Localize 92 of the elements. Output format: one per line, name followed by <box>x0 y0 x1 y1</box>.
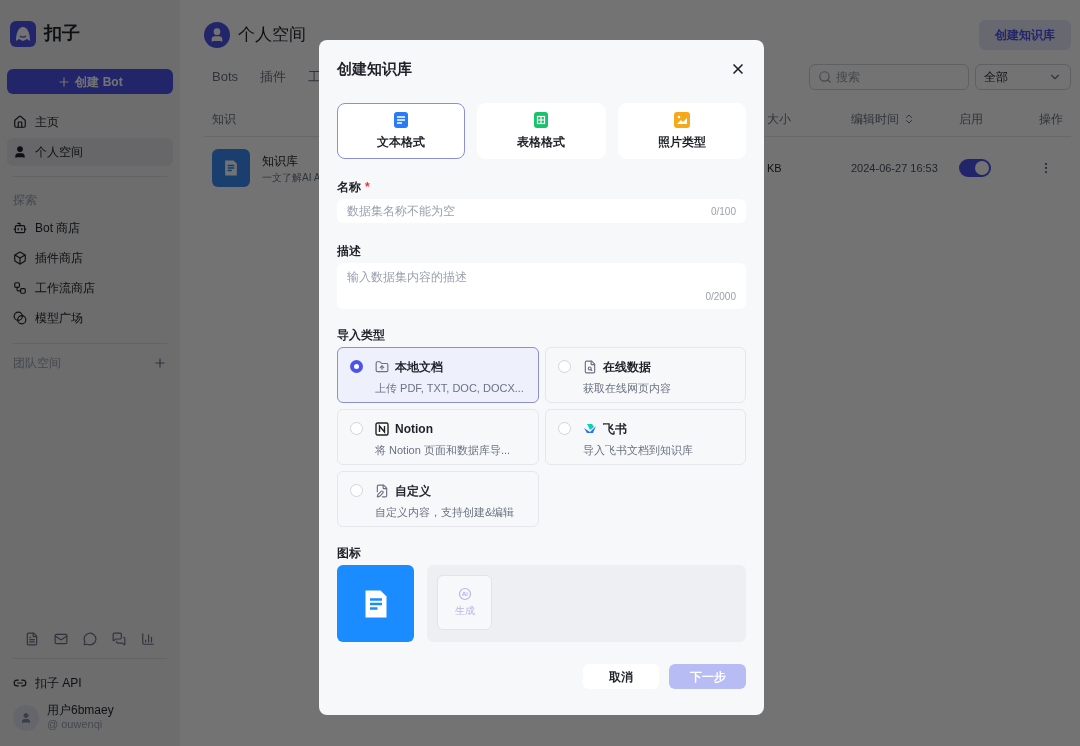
space-avatar <box>204 22 230 48</box>
avatar[interactable] <box>13 704 39 731</box>
nav-item[interactable]: 模型广场 <box>7 303 173 333</box>
option-description: 自定义内容，支持创建&编辑 <box>375 505 515 520</box>
column-header: 启用 <box>959 111 983 128</box>
knowledge-icon <box>212 149 250 187</box>
field-label: 导入类型 <box>337 327 386 343</box>
image-icon <box>673 111 690 128</box>
option-title: Notion <box>395 421 433 438</box>
sort-icon[interactable] <box>903 113 915 125</box>
radio-button[interactable] <box>350 422 363 435</box>
radio-button[interactable] <box>350 484 363 497</box>
tab[interactable]: 工 <box>308 67 321 87</box>
column-header: 大小 <box>767 111 791 128</box>
option-title: 自定义 <box>395 483 431 500</box>
radio-button[interactable] <box>557 360 571 373</box>
ai-icon <box>457 587 472 601</box>
cube-icon <box>13 251 27 265</box>
nodes-icon <box>13 281 27 295</box>
char-count: 0/2000 <box>705 290 736 304</box>
create-bot-button[interactable]: 创建 Bot <box>7 69 173 94</box>
import-option[interactable]: 本地文档 上传 PDF, TXT, DOC, DOCX... <box>337 347 539 403</box>
upload-folder-icon <box>375 360 389 374</box>
api-link[interactable]: 扣子 API <box>7 671 173 696</box>
column-header: 操作 <box>1039 111 1063 128</box>
feishu-icon <box>582 422 597 436</box>
option-title: 飞书 <box>602 421 627 438</box>
bot-icon <box>13 221 27 235</box>
tab[interactable]: 插件 <box>260 67 286 87</box>
model-icon <box>13 311 27 325</box>
nav-item[interactable]: 插件商店 <box>7 243 173 273</box>
option-description: 将 Notion 页面和数据库导... <box>375 443 511 458</box>
nav-item[interactable]: 个人空间 <box>7 138 173 166</box>
column-header: 知识 <box>212 111 236 128</box>
description-input[interactable]: 输入数据集内容的描述 <box>347 268 736 289</box>
search-icon <box>818 70 832 84</box>
home-icon <box>13 115 27 129</box>
name-input[interactable]: 数据集名称不能为空 <box>347 202 711 220</box>
description-field[interactable]: 输入数据集内容的描述 0/2000 <box>337 263 746 309</box>
name-field[interactable]: 数据集名称不能为空 0/100 <box>337 199 746 223</box>
chat-bubbles-icon[interactable] <box>112 632 127 647</box>
create-knowledge-button[interactable]: 创建知识库 <box>979 20 1071 50</box>
document-icon <box>393 111 410 128</box>
required-mark: * <box>365 179 370 195</box>
close-icon[interactable] <box>730 61 746 77</box>
field-label: 名称 <box>337 179 361 195</box>
import-option[interactable]: Notion 将 Notion 页面和数据库导... <box>337 409 539 465</box>
add-icon[interactable] <box>153 356 167 370</box>
nav-item[interactable]: 主页 <box>7 108 173 136</box>
table-cell-text: KB <box>767 160 783 176</box>
enable-toggle[interactable] <box>959 159 991 177</box>
import-option[interactable]: 在线数据 获取在线网页内容 <box>544 347 746 403</box>
table-icon <box>533 111 550 128</box>
option-title: 本地文档 <box>395 359 443 376</box>
chart-icon[interactable] <box>141 632 156 647</box>
chat-icon[interactable] <box>82 632 97 647</box>
nav-item[interactable]: Bot 商店 <box>7 213 173 243</box>
ai-generate-button[interactable]: 生成 <box>437 575 492 630</box>
page-title: 个人空间 <box>238 24 306 47</box>
radio-button[interactable] <box>557 422 571 435</box>
import-option[interactable]: 自定义 自定义内容，支持创建&编辑 <box>337 471 539 527</box>
web-file-icon <box>582 360 597 374</box>
nav-item[interactable]: 工作流商店 <box>7 273 173 303</box>
document-icon[interactable] <box>24 632 39 647</box>
logo-icon <box>10 20 36 47</box>
user-name: 用户6bmaey <box>47 703 114 719</box>
format-option[interactable]: 照片类型 <box>617 103 746 159</box>
radio-button[interactable] <box>350 360 363 373</box>
field-label: 描述 <box>337 243 362 259</box>
format-option[interactable]: 表格格式 <box>477 103 606 159</box>
logo-text: 扣子 <box>44 22 80 45</box>
filter-select[interactable]: 全部 <box>975 64 1071 90</box>
char-count: 0/100 <box>710 204 736 219</box>
edit-file-icon <box>375 484 389 498</box>
knowledge-name: 知识库 <box>262 152 299 170</box>
option-description: 导入飞书文档到知识库 <box>582 443 693 458</box>
table-cell-text: 2024-06-27 16:53 <box>851 160 939 176</box>
option-description: 上传 PDF, TXT, DOC, DOCX... <box>375 381 524 396</box>
option-title: 在线数据 <box>602 359 651 376</box>
notion-icon <box>375 422 389 436</box>
format-option[interactable]: 文本格式 <box>337 103 466 159</box>
field-label: 图标 <box>337 545 362 561</box>
cancel-button[interactable]: 取消 <box>583 664 659 689</box>
column-header: 编辑时间 <box>851 110 915 128</box>
mail-icon[interactable] <box>53 632 68 647</box>
plus-icon <box>57 74 72 89</box>
import-option[interactable]: 飞书 导入飞书文档到知识库 <box>544 409 746 465</box>
person-icon <box>13 145 27 159</box>
dialog-title: 创建知识库 <box>337 58 412 79</box>
option-description: 获取在线网页内容 <box>582 381 671 396</box>
selected-icon[interactable] <box>337 565 414 642</box>
tab[interactable]: Bots <box>212 67 238 87</box>
